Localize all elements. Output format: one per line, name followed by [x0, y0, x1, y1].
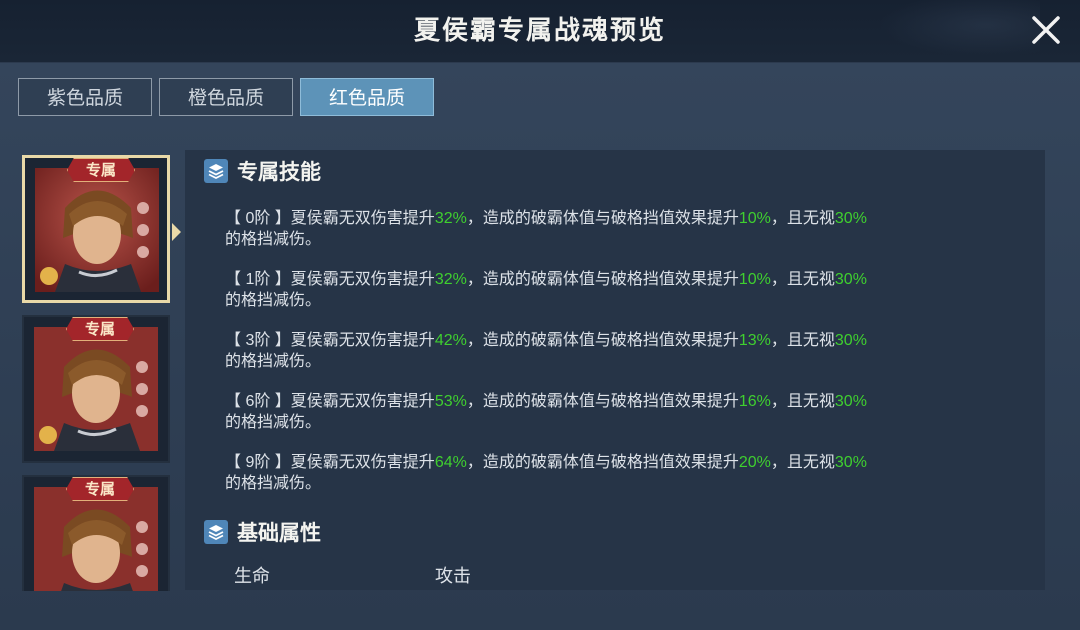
title-bar: 夏侯霸专属战魂预览: [0, 0, 1080, 63]
hero-portrait: [34, 487, 158, 591]
skill-tier-text: 【 3阶 】夏侯霸无双伤害提升42%，造成的破霸体值与破格挡值效果提升13%，且…: [225, 332, 867, 370]
layers-icon: [204, 520, 228, 544]
hero-card[interactable]: 专属: [22, 475, 170, 591]
exclusive-skill-header: 专属技能: [203, 156, 321, 186]
skill-tier-text: 【 6阶 】夏侯霸无双伤害提升53%，造成的破霸体值与破格挡值效果提升16%，且…: [225, 393, 867, 431]
close-icon: [1032, 16, 1060, 44]
layers-icon: [204, 159, 228, 183]
attribute-attack-label: 攻击: [435, 566, 471, 586]
skill-tier-text: 【 9阶 】夏侯霸无双伤害提升64%，造成的破霸体值与破格挡值效果提升20%，且…: [225, 454, 867, 492]
window-title: 夏侯霸专属战魂预览: [413, 16, 666, 46]
tab-purple-quality[interactable]: 紫色品质: [18, 78, 152, 116]
selection-pointer: [172, 223, 181, 241]
base-attributes-header: 基础属性: [203, 517, 321, 547]
tab-red-quality[interactable]: 红色品质: [300, 78, 434, 116]
hero-card[interactable]: 专属: [22, 155, 170, 303]
hero-card-list: 专属 专属 专属: [22, 155, 172, 591]
section-title: 基础属性: [237, 520, 321, 545]
skill-tier-text: 【 0阶 】夏侯霸无双伤害提升32%，造成的破霸体值与破格挡值效果提升10%，且…: [225, 210, 867, 248]
hero-portrait: [35, 168, 159, 292]
attribute-hp-label: 生命: [234, 566, 270, 586]
close-button[interactable]: [1026, 10, 1066, 50]
skill-tier-text: 【 1阶 】夏侯霸无双伤害提升32%，造成的破霸体值与破格挡值效果提升10%，且…: [225, 271, 867, 309]
tab-orange-quality[interactable]: 橙色品质: [159, 78, 293, 116]
section-title: 专属技能: [237, 159, 321, 184]
exclusive-badge: 专属: [67, 158, 135, 182]
hero-card[interactable]: 专属: [22, 315, 170, 463]
hero-portrait: [34, 327, 158, 451]
detail-panel[interactable]: 专属技能 【 0阶 】夏侯霸无双伤害提升32%，造成的破霸体值与破格挡值效果提升…: [185, 150, 1045, 590]
main-panel: 紫色品质 橙色品质 红色品质 专属 专属 专属 专属技能 【 0阶 】夏侯霸无双…: [0, 63, 1080, 630]
exclusive-badge: 专属: [66, 317, 134, 341]
exclusive-badge: 专属: [66, 477, 134, 501]
